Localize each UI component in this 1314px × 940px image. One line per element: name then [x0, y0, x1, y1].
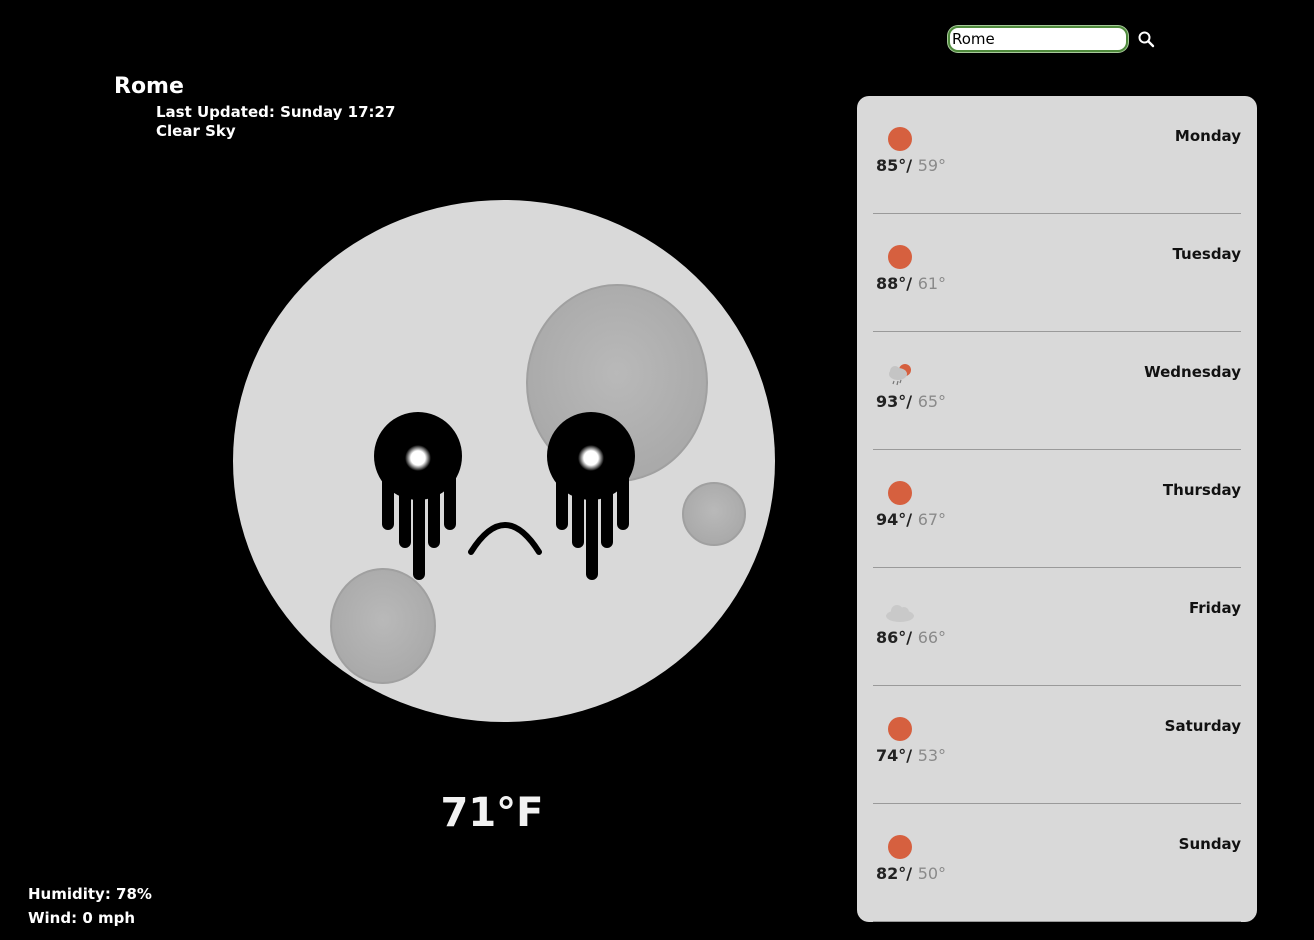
forecast-low: 67°: [917, 510, 947, 529]
forecast-separator: /: [906, 274, 918, 293]
wind-reading: Wind: 0 mph: [28, 909, 136, 927]
forecast-temps: 74°/ 53°: [876, 746, 946, 765]
search-input[interactable]: [948, 26, 1128, 52]
sun-icon: [888, 835, 912, 859]
forecast-separator: /: [906, 864, 918, 883]
forecast-day-name: Thursday: [1162, 481, 1241, 499]
city-name: Rome: [114, 74, 184, 99]
moon-crater: [682, 482, 746, 546]
forecast-separator: /: [906, 510, 918, 529]
forecast-temps: 82°/ 50°: [876, 864, 946, 883]
search-button[interactable]: [1136, 29, 1156, 49]
sun-icon: [888, 127, 912, 151]
forecast-temps: 86°/ 66°: [876, 628, 946, 647]
forecast-separator: /: [906, 628, 918, 647]
forecast-separator: /: [906, 746, 918, 765]
forecast-high: 74°: [876, 746, 907, 765]
humidity-reading: Humidity: 78%: [28, 885, 152, 903]
sad-moon-illustration: [233, 200, 775, 722]
forecast-separator: /: [906, 156, 918, 175]
forecast-high: 82°: [876, 864, 907, 883]
forecast-high: 94°: [876, 510, 907, 529]
weather-app: Rome Last Updated: Sunday 17:27 Clear Sk…: [0, 0, 1314, 940]
forecast-temps: 88°/ 61°: [876, 274, 946, 293]
forecast-day-name: Wednesday: [1144, 363, 1241, 381]
current-temperature: 71°F: [440, 790, 544, 836]
forecast-temps: 85°/ 59°: [876, 156, 946, 175]
forecast-day-row: Thursday 94°/ 67°: [873, 450, 1241, 568]
forecast-day-name: Sunday: [1178, 835, 1241, 853]
forecast-low: 61°: [917, 274, 947, 293]
search-icon: [1138, 31, 1155, 48]
forecast-low: 50°: [917, 864, 947, 883]
forecast-temps: 93°/ 65°: [876, 392, 946, 411]
forecast-low: 53°: [917, 746, 947, 765]
forecast-high: 88°: [876, 274, 907, 293]
moon-body: [233, 200, 775, 722]
forecast-high: 86°: [876, 628, 907, 647]
last-updated: Last Updated: Sunday 17:27: [156, 103, 396, 121]
forecast-low: 59°: [917, 156, 947, 175]
forecast-day-row: Saturday 74°/ 53°: [873, 686, 1241, 804]
forecast-high: 93°: [876, 392, 907, 411]
search-bar: [948, 26, 1156, 52]
forecast-day-row: Monday 85°/ 59°: [873, 96, 1241, 214]
cloud-icon: [886, 605, 914, 622]
forecast-day-row: Wednesday 93°/ 65°: [873, 332, 1241, 450]
forecast-panel: Monday 85°/ 59° Tuesday 88°/ 61° Wednesday 93…: [857, 96, 1257, 922]
moon-crater: [330, 568, 436, 684]
rain-sun-icon: [889, 364, 911, 386]
forecast-day-row: Sunday 82°/ 50°: [873, 804, 1241, 922]
forecast-low: 65°: [917, 392, 947, 411]
sun-icon: [888, 481, 912, 505]
forecast-day-name: Friday: [1188, 599, 1241, 617]
forecast-day-name: Saturday: [1164, 717, 1241, 735]
sun-icon: [888, 245, 912, 269]
forecast-temps: 94°/ 67°: [876, 510, 946, 529]
forecast-low: 66°: [917, 628, 947, 647]
forecast-day-row: Tuesday 88°/ 61°: [873, 214, 1241, 332]
forecast-day-name: Monday: [1174, 127, 1241, 145]
forecast-day-row: Friday 86°/ 66°: [873, 568, 1241, 686]
forecast-separator: /: [906, 392, 918, 411]
weather-condition: Clear Sky: [156, 122, 236, 140]
forecast-high: 85°: [876, 156, 907, 175]
forecast-day-name: Tuesday: [1172, 245, 1241, 263]
sun-icon: [888, 717, 912, 741]
